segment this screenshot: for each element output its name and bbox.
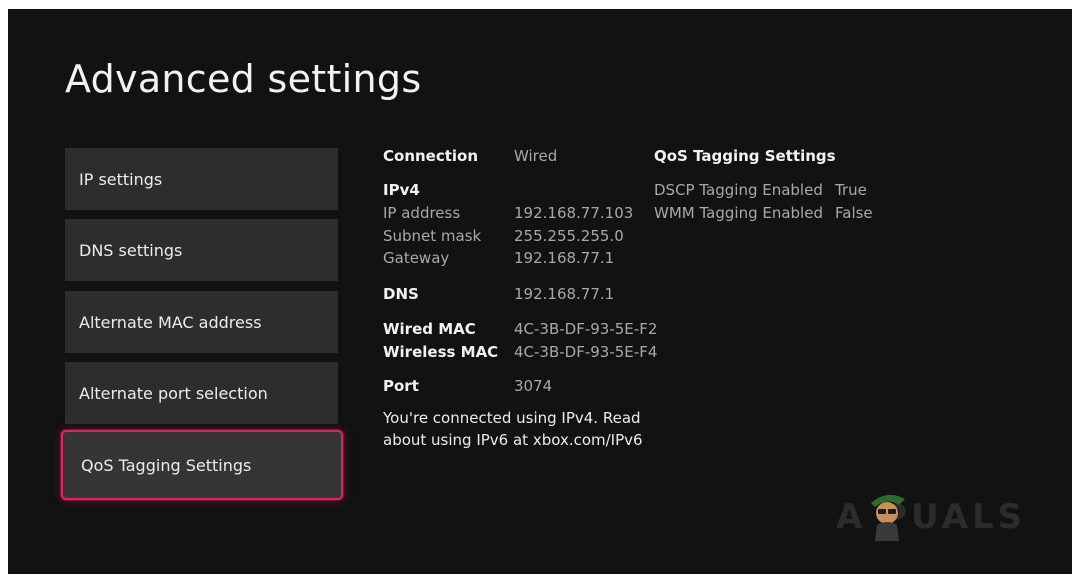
- ipv4-heading: IPv4: [383, 181, 420, 199]
- gateway-value: 192.168.77.1: [514, 249, 615, 267]
- tv-screen: Advanced settings IP settings DNS settin…: [8, 9, 1072, 574]
- menu-item-alternate-port[interactable]: Alternate port selection: [65, 362, 338, 424]
- menu-item-dns-settings[interactable]: DNS settings: [65, 219, 338, 281]
- dns-label: DNS: [383, 285, 419, 303]
- mascot-logo-icon: [871, 494, 905, 541]
- wireless-mac-label: Wireless MAC: [383, 343, 499, 361]
- gateway-label: Gateway: [383, 249, 450, 267]
- port-label: Port: [383, 377, 419, 395]
- port-value: 3074: [514, 377, 553, 395]
- dscp-value: True: [835, 181, 867, 199]
- menu-item-label: QoS Tagging Settings: [81, 455, 252, 475]
- subnet-mask-label: Subnet mask: [383, 227, 482, 245]
- wired-mac-label: Wired MAC: [383, 320, 476, 338]
- dns-value: 192.168.77.1: [514, 285, 615, 303]
- menu-item-alternate-mac[interactable]: Alternate MAC address: [65, 291, 338, 353]
- dscp-label: DSCP Tagging Enabled: [654, 181, 823, 199]
- ip-address-value: 192.168.77.103: [514, 204, 634, 222]
- menu-item-label: Alternate port selection: [79, 383, 268, 403]
- connection-value: Wired: [514, 147, 558, 165]
- qos-heading: QoS Tagging Settings: [654, 147, 836, 165]
- menu-item-ip-settings[interactable]: IP settings: [65, 148, 338, 210]
- ipv6-note: You're connected using IPv4. Read about …: [383, 409, 643, 449]
- menu-item-qos-tagging[interactable]: QoS Tagging Settings: [61, 430, 343, 500]
- menu-item-label: DNS settings: [79, 240, 183, 260]
- subnet-mask-value: 255.255.255.0: [514, 227, 624, 245]
- connection-label: Connection: [383, 147, 479, 165]
- wired-mac-value: 4C-3B-DF-93-5E-F2: [514, 320, 658, 338]
- wmm-value: False: [835, 204, 873, 222]
- wmm-label: WMM Tagging Enabled: [654, 204, 823, 222]
- page-title: Advanced settings: [65, 57, 422, 101]
- menu-item-label: Alternate MAC address: [79, 312, 262, 332]
- menu-item-label: IP settings: [79, 169, 163, 189]
- wireless-mac-value: 4C-3B-DF-93-5E-F4: [514, 343, 658, 361]
- ip-address-label: IP address: [383, 204, 461, 222]
